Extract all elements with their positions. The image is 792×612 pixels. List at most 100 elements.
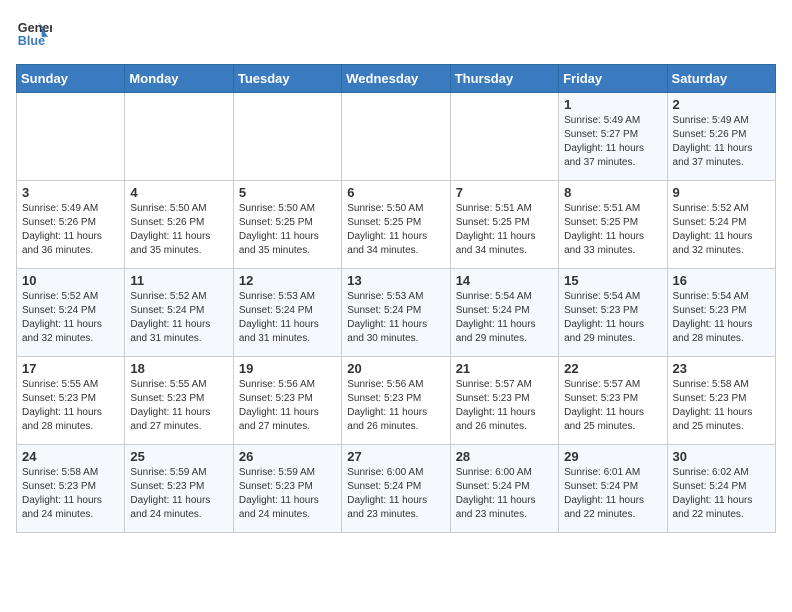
calendar-cell: 4 Sunrise: 5:50 AM Sunset: 5:26 PM Daylig… xyxy=(125,181,233,269)
weekday-header-thursday: Thursday xyxy=(450,65,558,93)
day-number: 8 xyxy=(564,185,661,200)
calendar-body: 1Sunrise: 5:49 AM Sunset: 5:27 PM Daylig… xyxy=(17,93,776,533)
day-info: Sunrise: 5:56 AM Sunset: 5:23 PM Dayligh… xyxy=(239,378,336,434)
day-number: 2 xyxy=(673,97,770,112)
day-info: Sunrise: 5:57 AM Sunset: 5:23 PM Dayligh… xyxy=(456,378,553,434)
day-info: Sunrise: 5:58 AM Sunset: 5:23 PM Dayligh… xyxy=(22,466,119,522)
day-number: 27 xyxy=(347,449,444,464)
day-number: 23 xyxy=(673,361,770,376)
weekday-header-friday: Friday xyxy=(559,65,667,93)
svg-text:Blue: Blue xyxy=(18,34,45,48)
day-info: Sunrise: 5:53 AM Sunset: 5:24 PM Dayligh… xyxy=(347,290,444,346)
calendar-cell: 2 Sunrise: 5:49 AM Sunset: 5:26 PM Daylig… xyxy=(667,93,775,181)
day-info: Sunrise: 5:50 AM Sunset: 5:26 PM Dayligh… xyxy=(130,202,227,258)
calendar-cell: 1Sunrise: 5:49 AM Sunset: 5:27 PM Daylig… xyxy=(559,93,667,181)
day-info: Sunrise: 5:53 AM Sunset: 5:24 PM Dayligh… xyxy=(239,290,336,346)
calendar-cell: 26Sunrise: 5:59 AM Sunset: 5:23 PM Dayli… xyxy=(233,445,341,533)
day-info: Sunrise: 5:51 AM Sunset: 5:25 PM Dayligh… xyxy=(456,202,553,258)
day-info: Sunrise: 5:55 AM Sunset: 5:23 PM Dayligh… xyxy=(22,378,119,434)
calendar-week-row: 17Sunrise: 5:55 AM Sunset: 5:23 PM Dayli… xyxy=(17,357,776,445)
day-info: Sunrise: 5:54 AM Sunset: 5:23 PM Dayligh… xyxy=(564,290,661,346)
calendar-cell: 16 Sunrise: 5:54 AM Sunset: 5:23 PM Dayli… xyxy=(667,269,775,357)
day-number: 3 xyxy=(22,185,119,200)
day-info: Sunrise: 6:02 AM Sunset: 5:24 PM Dayligh… xyxy=(673,466,770,522)
day-info: Sunrise: 5:56 AM Sunset: 5:23 PM Dayligh… xyxy=(347,378,444,434)
day-info: Sunrise: 5:50 AM Sunset: 5:25 PM Dayligh… xyxy=(239,202,336,258)
day-number: 14 xyxy=(456,273,553,288)
day-info: Sunrise: 5:54 AM Sunset: 5:23 PM Dayligh… xyxy=(673,290,770,346)
day-number: 7 xyxy=(456,185,553,200)
calendar-cell xyxy=(125,93,233,181)
day-info: Sunrise: 5:54 AM Sunset: 5:24 PM Dayligh… xyxy=(456,290,553,346)
calendar-cell: 11Sunrise: 5:52 AM Sunset: 5:24 PM Dayli… xyxy=(125,269,233,357)
day-number: 15 xyxy=(564,273,661,288)
day-info: Sunrise: 5:55 AM Sunset: 5:23 PM Dayligh… xyxy=(130,378,227,434)
weekday-header-sunday: Sunday xyxy=(17,65,125,93)
day-number: 11 xyxy=(130,273,227,288)
day-info: Sunrise: 5:52 AM Sunset: 5:24 PM Dayligh… xyxy=(22,290,119,346)
day-info: Sunrise: 5:49 AM Sunset: 5:26 PM Dayligh… xyxy=(673,114,770,170)
calendar-cell: 24 Sunrise: 5:58 AM Sunset: 5:23 PM Dayli… xyxy=(17,445,125,533)
calendar-cell: 8 Sunrise: 5:51 AM Sunset: 5:25 PM Daylig… xyxy=(559,181,667,269)
calendar-cell: 29Sunrise: 6:01 AM Sunset: 5:24 PM Dayli… xyxy=(559,445,667,533)
day-number: 6 xyxy=(347,185,444,200)
day-number: 21 xyxy=(456,361,553,376)
calendar-cell: 12 Sunrise: 5:53 AM Sunset: 5:24 PM Dayli… xyxy=(233,269,341,357)
day-number: 18 xyxy=(130,361,227,376)
calendar-cell xyxy=(342,93,450,181)
day-number: 10 xyxy=(22,273,119,288)
day-info: Sunrise: 5:50 AM Sunset: 5:25 PM Dayligh… xyxy=(347,202,444,258)
calendar-week-row: 24 Sunrise: 5:58 AM Sunset: 5:23 PM Dayli… xyxy=(17,445,776,533)
day-info: Sunrise: 5:52 AM Sunset: 5:24 PM Dayligh… xyxy=(673,202,770,258)
calendar-cell: 3 Sunrise: 5:49 AM Sunset: 5:26 PM Daylig… xyxy=(17,181,125,269)
calendar-cell: 30 Sunrise: 6:02 AM Sunset: 5:24 PM Dayli… xyxy=(667,445,775,533)
day-info: Sunrise: 5:57 AM Sunset: 5:23 PM Dayligh… xyxy=(564,378,661,434)
weekday-header-tuesday: Tuesday xyxy=(233,65,341,93)
logo-icon: General Blue xyxy=(16,16,52,52)
calendar-cell: 25Sunrise: 5:59 AM Sunset: 5:23 PM Dayli… xyxy=(125,445,233,533)
calendar-cell: 17Sunrise: 5:55 AM Sunset: 5:23 PM Dayli… xyxy=(17,357,125,445)
day-number: 9 xyxy=(673,185,770,200)
day-info: Sunrise: 5:51 AM Sunset: 5:25 PM Dayligh… xyxy=(564,202,661,258)
calendar-table: SundayMondayTuesdayWednesdayThursdayFrid… xyxy=(16,64,776,533)
page-header: General Blue xyxy=(16,16,776,52)
day-number: 4 xyxy=(130,185,227,200)
calendar-cell xyxy=(233,93,341,181)
day-number: 28 xyxy=(456,449,553,464)
day-number: 5 xyxy=(239,185,336,200)
day-number: 29 xyxy=(564,449,661,464)
calendar-cell: 9 Sunrise: 5:52 AM Sunset: 5:24 PM Daylig… xyxy=(667,181,775,269)
day-number: 30 xyxy=(673,449,770,464)
calendar-cell: 27 Sunrise: 6:00 AM Sunset: 5:24 PM Dayli… xyxy=(342,445,450,533)
calendar-cell: 23 Sunrise: 5:58 AM Sunset: 5:23 PM Dayli… xyxy=(667,357,775,445)
calendar-cell: 19 Sunrise: 5:56 AM Sunset: 5:23 PM Dayli… xyxy=(233,357,341,445)
day-number: 20 xyxy=(347,361,444,376)
calendar-cell: 21 Sunrise: 5:57 AM Sunset: 5:23 PM Dayli… xyxy=(450,357,558,445)
day-number: 12 xyxy=(239,273,336,288)
calendar-cell: 18 Sunrise: 5:55 AM Sunset: 5:23 PM Dayli… xyxy=(125,357,233,445)
day-info: Sunrise: 6:00 AM Sunset: 5:24 PM Dayligh… xyxy=(347,466,444,522)
calendar-header-row: SundayMondayTuesdayWednesdayThursdayFrid… xyxy=(17,65,776,93)
calendar-cell: 22 Sunrise: 5:57 AM Sunset: 5:23 PM Dayli… xyxy=(559,357,667,445)
calendar-cell: 10 Sunrise: 5:52 AM Sunset: 5:24 PM Dayli… xyxy=(17,269,125,357)
calendar-week-row: 3 Sunrise: 5:49 AM Sunset: 5:26 PM Daylig… xyxy=(17,181,776,269)
calendar-cell: 7 Sunrise: 5:51 AM Sunset: 5:25 PM Daylig… xyxy=(450,181,558,269)
calendar-cell: 6 Sunrise: 5:50 AM Sunset: 5:25 PM Daylig… xyxy=(342,181,450,269)
calendar-cell: 5 Sunrise: 5:50 AM Sunset: 5:25 PM Daylig… xyxy=(233,181,341,269)
day-info: Sunrise: 5:49 AM Sunset: 5:26 PM Dayligh… xyxy=(22,202,119,258)
calendar-cell: 28Sunrise: 6:00 AM Sunset: 5:24 PM Dayli… xyxy=(450,445,558,533)
calendar-week-row: 10 Sunrise: 5:52 AM Sunset: 5:24 PM Dayli… xyxy=(17,269,776,357)
day-info: Sunrise: 5:58 AM Sunset: 5:23 PM Dayligh… xyxy=(673,378,770,434)
day-info: Sunrise: 5:59 AM Sunset: 5:23 PM Dayligh… xyxy=(239,466,336,522)
day-number: 22 xyxy=(564,361,661,376)
day-number: 19 xyxy=(239,361,336,376)
weekday-header-monday: Monday xyxy=(125,65,233,93)
day-number: 25 xyxy=(130,449,227,464)
day-number: 24 xyxy=(22,449,119,464)
calendar-cell: 15 Sunrise: 5:54 AM Sunset: 5:23 PM Dayli… xyxy=(559,269,667,357)
day-number: 1 xyxy=(564,97,661,112)
calendar-week-row: 1Sunrise: 5:49 AM Sunset: 5:27 PM Daylig… xyxy=(17,93,776,181)
calendar-cell: 13Sunrise: 5:53 AM Sunset: 5:24 PM Dayli… xyxy=(342,269,450,357)
day-number: 16 xyxy=(673,273,770,288)
calendar-cell: 14 Sunrise: 5:54 AM Sunset: 5:24 PM Dayli… xyxy=(450,269,558,357)
